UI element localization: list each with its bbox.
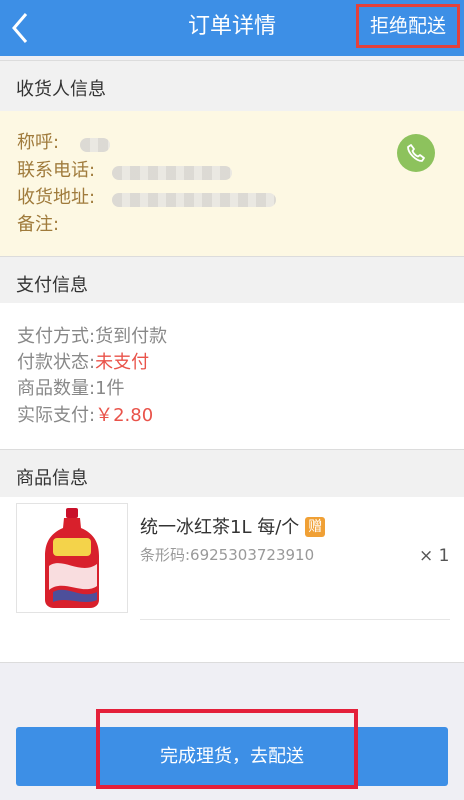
product-quantity: × 1 bbox=[419, 546, 450, 566]
receiver-section-header: 收货人信息 bbox=[0, 60, 464, 114]
payment-status-value: 未支付 bbox=[95, 352, 150, 373]
receiver-address-redacted bbox=[112, 193, 276, 207]
receiver-address-label: 收货地址: bbox=[17, 187, 96, 208]
payment-status-row: 付款状态:未支付 bbox=[17, 351, 149, 375]
payment-method-label: 支付方式: bbox=[17, 326, 96, 347]
receiver-info-panel: 称呼: 联系电话: 收货地址: 备注: bbox=[0, 111, 464, 257]
receiver-name-redacted bbox=[80, 138, 110, 152]
payment-info-panel: 支付方式:货到付款 付款状态:未支付 商品数量:1件 实际支付:￥2.80 bbox=[0, 303, 464, 449]
receiver-name-label: 称呼: bbox=[17, 132, 60, 153]
paid-amount-row: 实际支付:￥2.80 bbox=[17, 404, 153, 428]
highlight-box bbox=[96, 709, 358, 789]
item-count-value: 1件 bbox=[95, 378, 125, 399]
phone-icon bbox=[407, 144, 425, 162]
top-bar: 订单详情 拒绝配送 bbox=[0, 0, 464, 56]
product-name: 统一冰红茶1L 每/个 bbox=[140, 517, 300, 538]
goods-info-panel: 统一冰红茶1L 每/个赠 条形码:6925303723910 × 1 bbox=[0, 497, 464, 663]
gift-badge: 赠 bbox=[305, 517, 326, 537]
reject-delivery-button[interactable]: 拒绝配送 bbox=[356, 4, 460, 48]
item-divider bbox=[140, 619, 450, 620]
payment-section-header: 支付信息 bbox=[0, 256, 464, 310]
receiver-heading: 收货人信息 bbox=[16, 79, 106, 100]
paid-amount-label: 实际支付: bbox=[17, 405, 96, 426]
receiver-phone-label: 联系电话: bbox=[17, 160, 96, 181]
product-image bbox=[16, 503, 128, 613]
goods-heading: 商品信息 bbox=[16, 468, 88, 489]
goods-section-header: 商品信息 bbox=[0, 449, 464, 503]
item-count-label: 商品数量: bbox=[17, 378, 96, 399]
item-count-row: 商品数量:1件 bbox=[17, 377, 125, 401]
payment-heading: 支付信息 bbox=[16, 275, 88, 296]
receiver-note-label: 备注: bbox=[17, 214, 60, 235]
call-phone-button[interactable] bbox=[397, 134, 435, 172]
payment-status-label: 付款状态: bbox=[17, 352, 96, 373]
product-barcode: 条形码:6925303723910 bbox=[140, 546, 315, 564]
payment-method-row: 支付方式:货到付款 bbox=[17, 325, 167, 349]
receiver-phone-redacted bbox=[112, 166, 232, 180]
product-name-row: 统一冰红茶1L 每/个赠 bbox=[140, 513, 326, 539]
payment-method-value: 货到付款 bbox=[95, 326, 168, 347]
paid-amount-value: ￥2.80 bbox=[95, 405, 154, 426]
